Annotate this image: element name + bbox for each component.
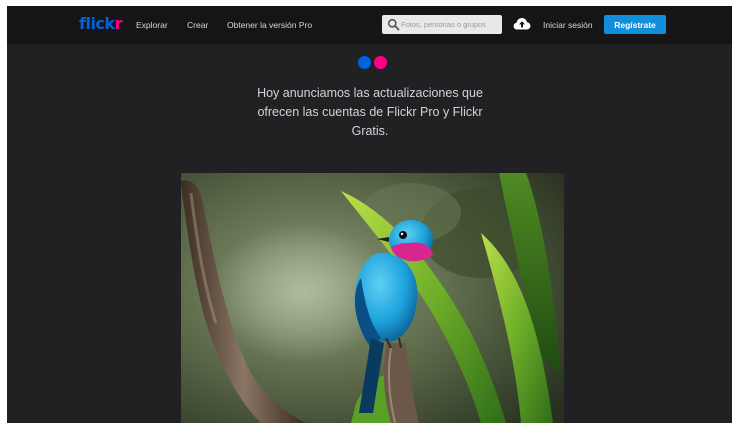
nav-create-link[interactable]: Crear: [187, 19, 208, 31]
search-icon[interactable]: [387, 18, 400, 31]
logo-text-accent: r: [114, 14, 123, 33]
top-navigation-bar: flickr Explorar Crear Obtener la versión…: [7, 6, 732, 44]
sign-in-link[interactable]: Iniciar sesión: [543, 19, 593, 31]
register-button[interactable]: Regístrate: [604, 15, 666, 34]
flickr-logo[interactable]: flickr: [79, 15, 122, 33]
blue-dot: [358, 56, 371, 69]
pink-dot: [374, 56, 387, 69]
nav-explore-link[interactable]: Explorar: [136, 19, 168, 31]
page-frame: flickr Explorar Crear Obtener la versión…: [7, 6, 732, 423]
bird-photo[interactable]: [181, 173, 564, 423]
announcement-text: Hoy anunciamos las actualizaciones que o…: [257, 86, 483, 138]
cloud-upload-icon[interactable]: [513, 16, 531, 32]
nav-get-pro-link[interactable]: Obtener la versión Pro: [227, 19, 312, 31]
logo-text-main: flick: [79, 14, 115, 33]
search-box[interactable]: [382, 15, 502, 34]
search-input[interactable]: [401, 17, 497, 32]
